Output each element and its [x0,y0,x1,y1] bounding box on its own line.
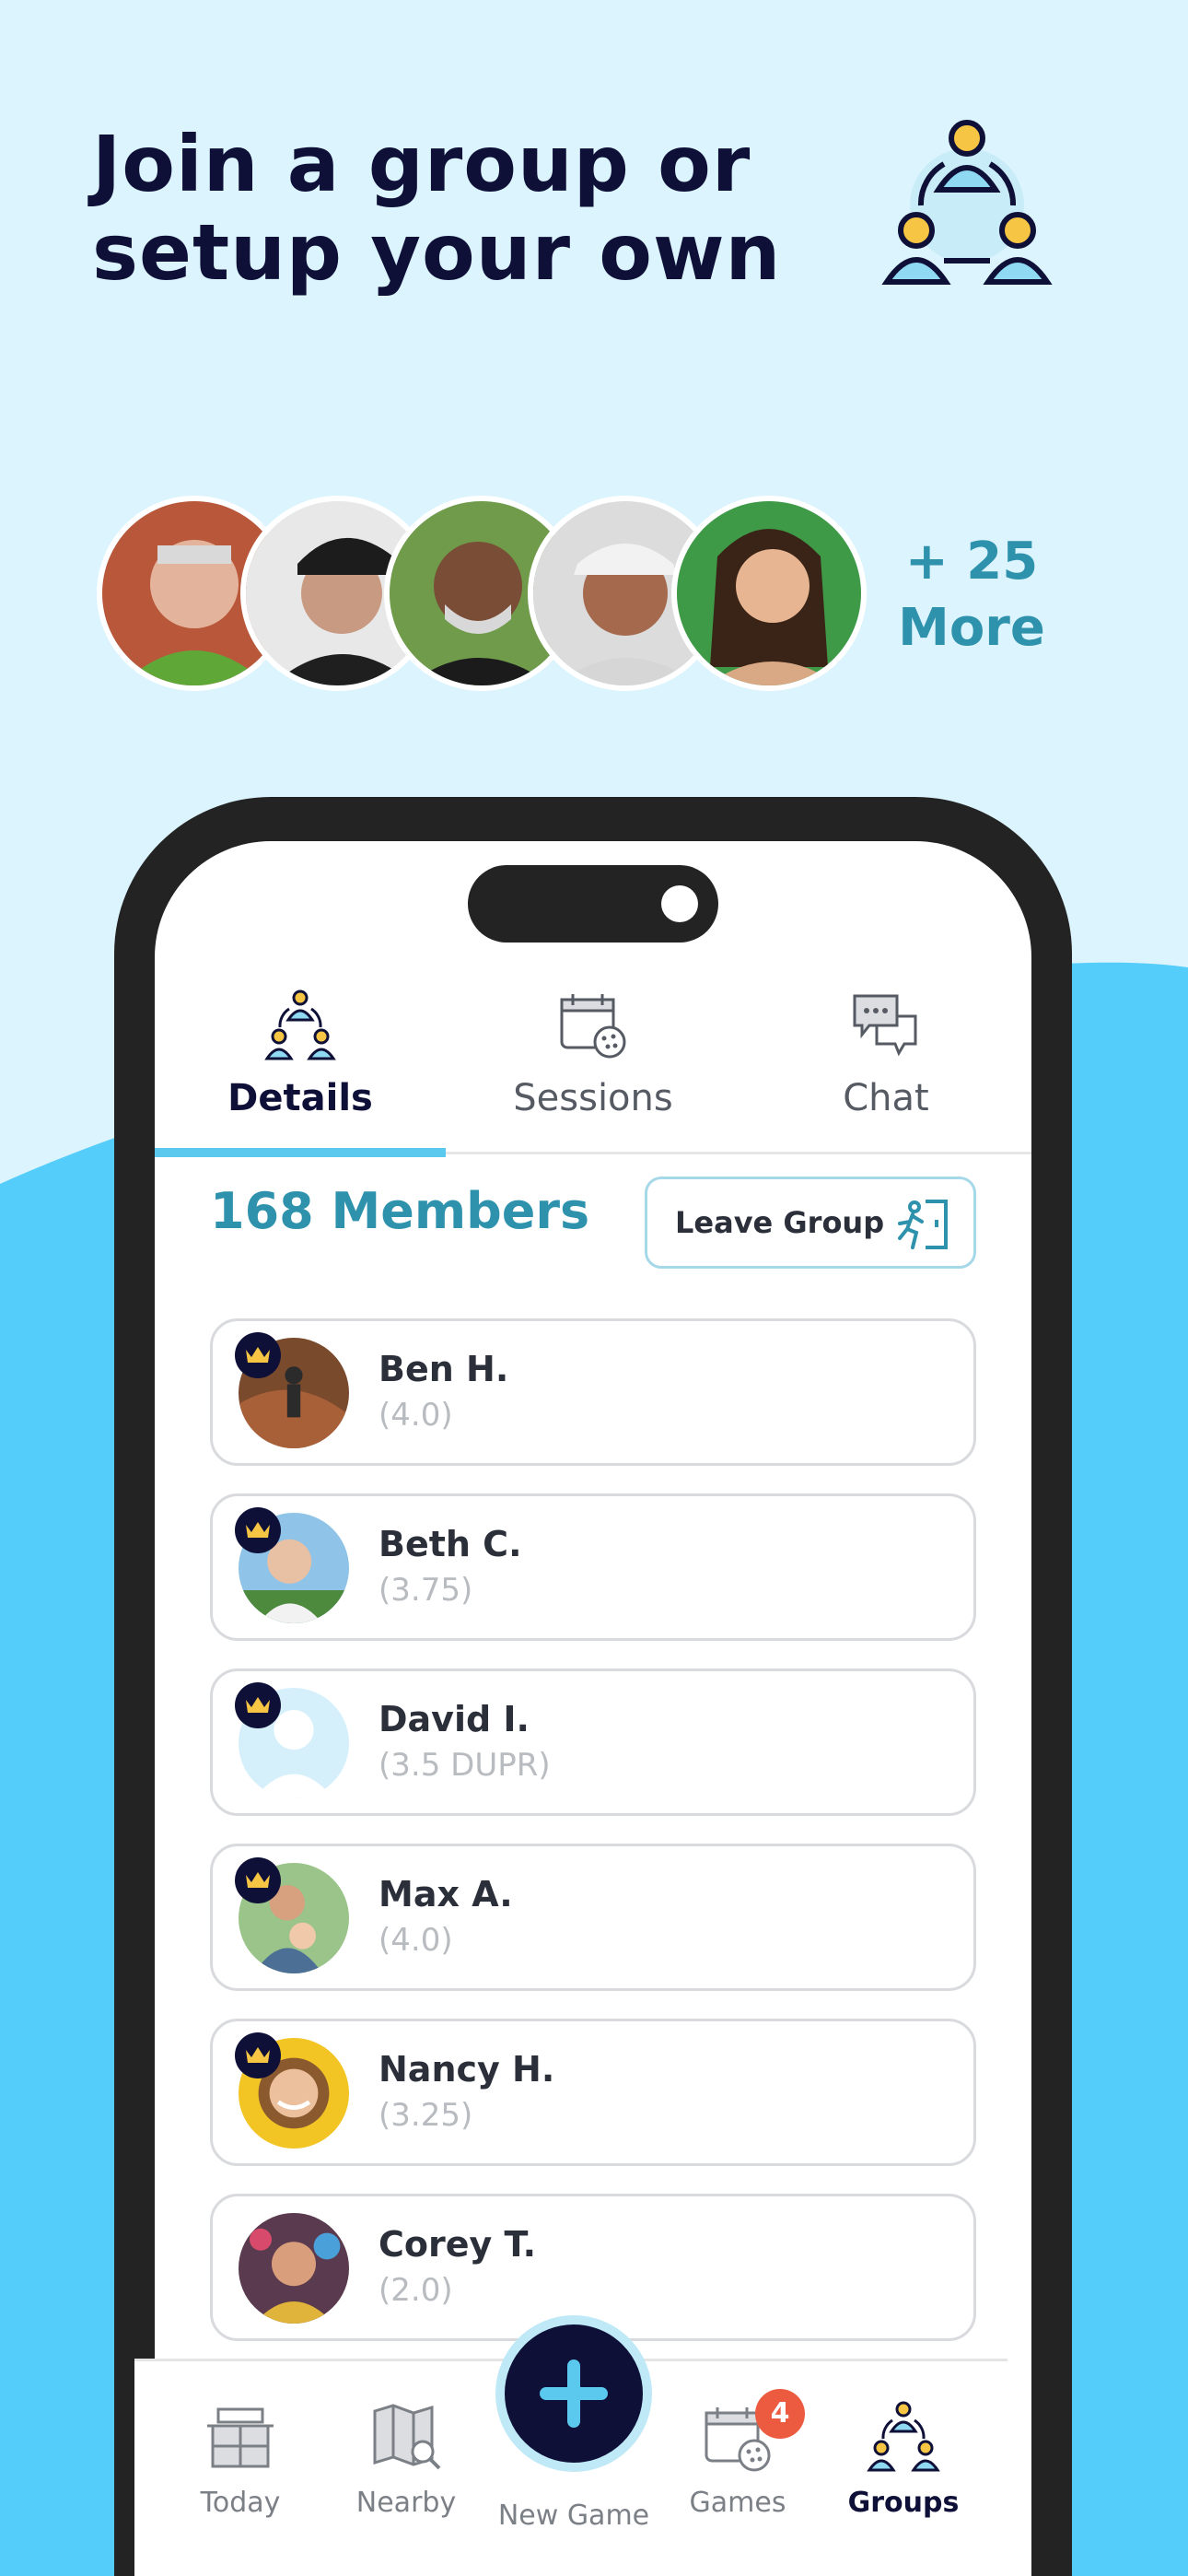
new-game-button[interactable] [495,2315,652,2472]
nav-label: Groups [847,2487,960,2519]
member-rating: (4.0) [379,1397,453,1434]
crown-icon [235,1332,281,1378]
tab-chat[interactable]: Chat [740,979,1031,1154]
member-rating: (3.5 DUPR) [379,1747,551,1784]
avatar [671,496,867,691]
group-icon [264,989,336,1060]
nav-nearby[interactable]: Nearby [319,2398,494,2519]
chat-bubbles-icon [853,994,917,1057]
member-rating: (3.25) [379,2097,473,2134]
list-item[interactable]: Nancy H. (3.25) [210,2019,976,2166]
nav-label: Games [689,2487,786,2519]
nav-label: Today [200,2487,281,2519]
plus-icon [540,2359,608,2428]
nav-games[interactable]: 4 Games [650,2389,825,2519]
court-icon [207,2407,274,2468]
member-avatar-stack [97,496,870,695]
crown-icon [235,1857,281,1903]
nav-label: Nearby [355,2487,457,2519]
member-name: Max A. [379,1874,513,1914]
games-count-badge: 4 [755,2389,805,2439]
list-item[interactable]: Beth C. (3.75) [210,1493,976,1641]
list-item[interactable]: Ben H. (4.0) [210,1318,976,1466]
phone-frame: Details Sessions Chat 168 Members Leave … [114,797,1072,2576]
crown-icon [235,1682,281,1728]
calendar-ball-icon [560,994,626,1059]
exit-door-icon [898,1200,948,1249]
nav-groups[interactable]: Groups [816,2398,991,2519]
list-item[interactable]: Max A. (4.0) [210,1844,976,1991]
group-icon [867,2401,940,2472]
tab-sessions[interactable]: Sessions [448,979,739,1154]
camera-dot [661,885,698,922]
crown-icon [235,2032,281,2078]
member-rating: (4.0) [379,1922,453,1959]
member-name: Nancy H. [379,2049,555,2090]
member-rating: (2.0) [379,2272,453,2309]
more-members-count: + 25 More [898,532,1045,658]
bottom-nav: Today Nearby New Game 4 Games Groups [134,2315,1007,2576]
members-count-title: 168 Members [210,1182,590,1240]
group-icon [881,120,1053,285]
member-name: Ben H. [379,1349,509,1389]
page-headline: Join a group or setup your own [92,119,782,298]
list-item[interactable]: David I. (3.5 DUPR) [210,1669,976,1816]
phone-screen: Details Sessions Chat 168 Members Leave … [155,841,1031,2576]
map-search-icon [373,2404,441,2470]
member-name: Beth C. [379,1524,522,1564]
active-tab-indicator [155,1148,446,1157]
leave-group-label: Leave Group [675,1205,885,1240]
tab-label: Details [227,1077,373,1119]
avatar [239,2213,349,2324]
member-name: Corey T. [379,2224,537,2265]
crown-icon [235,1507,281,1553]
nav-today[interactable]: Today [153,2398,328,2519]
group-tabs: Details Sessions Chat [155,979,1031,1157]
tab-label: Sessions [513,1077,673,1119]
member-list: Ben H. (4.0) Beth C. (3.75) David I. (3.… [210,1318,976,2369]
tab-details[interactable]: Details [155,979,446,1157]
dynamic-island [468,865,718,943]
member-name: David I. [379,1699,530,1739]
leave-group-button[interactable]: Leave Group [645,1177,976,1269]
new-game-label: New Game [497,2500,650,2532]
member-rating: (3.75) [379,1572,473,1609]
tab-label: Chat [843,1077,929,1119]
